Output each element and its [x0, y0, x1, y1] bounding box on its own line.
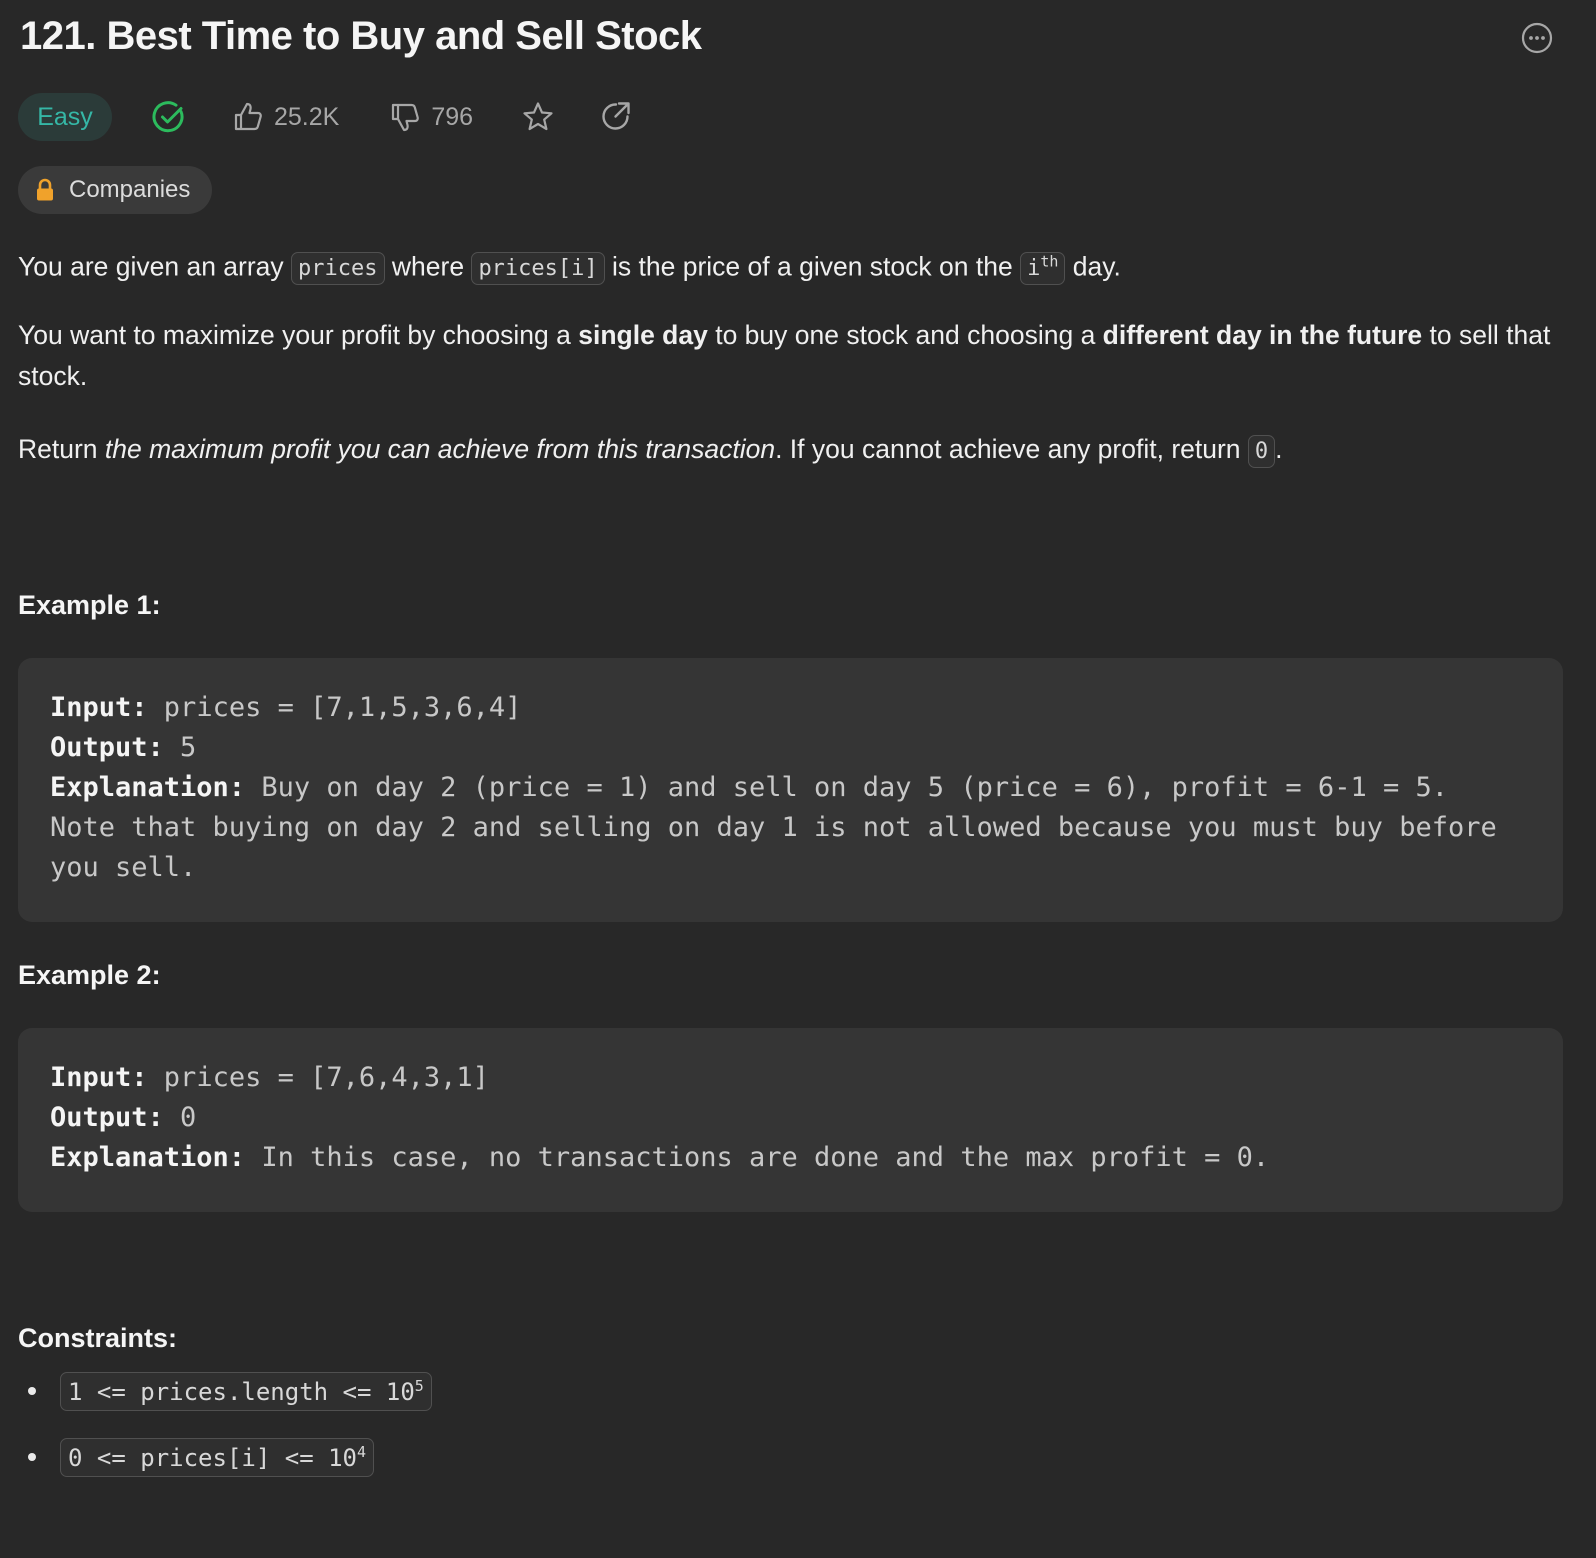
dislike-button[interactable]: 796: [389, 101, 473, 133]
problem-meta-row: Easy 25.2K 796: [18, 93, 633, 141]
like-count: 25.2K: [274, 102, 340, 131]
constraint-code: 1 <= prices.length <= 105: [60, 1371, 432, 1411]
constraint-item: 1 <= prices.length <= 105: [18, 1370, 432, 1412]
inline-code-zero: 0: [1247, 435, 1276, 468]
example-2-heading: Example 2:: [18, 960, 161, 990]
example-1-heading: Example 1:: [18, 590, 161, 620]
constraints-heading: Constraints:: [18, 1323, 178, 1353]
bullet: [28, 1387, 36, 1395]
share-icon: [602, 102, 630, 130]
constraint-item: 0 <= prices[i] <= 104: [18, 1436, 432, 1478]
description-paragraph-3: Return the maximum profit you can achiev…: [18, 428, 1563, 473]
solved-status: [152, 100, 186, 134]
bullet: [28, 1453, 36, 1461]
companies-button[interactable]: Companies: [18, 166, 212, 214]
constraints-list: 1 <= prices.length <= 105 0 <= prices[i]…: [18, 1370, 432, 1502]
difficulty-badge: Easy: [18, 93, 112, 141]
solved-check-icon: [152, 101, 184, 133]
inline-code-prices: prices: [291, 252, 385, 286]
favorite-button[interactable]: [521, 100, 555, 134]
description-paragraph-2: You want to maximize your profit by choo…: [18, 320, 1551, 391]
example-2-box: Input: prices = [7,6,4,3,1] Output: 0 Ex…: [18, 1028, 1563, 1212]
star-icon: [523, 102, 553, 131]
share-button[interactable]: [599, 100, 633, 134]
thumbs-down-icon: [392, 103, 420, 132]
constraint-code: 0 <= prices[i] <= 104: [60, 1437, 375, 1477]
problem-title: 121. Best Time to Buy and Sell Stock: [20, 14, 702, 58]
example-1-box: Input: prices = [7,1,5,3,6,4] Output: 5 …: [18, 658, 1563, 922]
thumbs-up-icon: [234, 102, 262, 131]
companies-label: Companies: [69, 176, 191, 203]
more-options-button[interactable]: [1521, 22, 1553, 54]
lock-icon: [37, 178, 53, 201]
dislike-count: 796: [431, 102, 474, 131]
description-paragraph-1: You are given an array prices where pric…: [18, 241, 1563, 290]
more-options-icon: [1521, 22, 1553, 54]
inline-code-prices-i: prices[i]: [471, 252, 605, 286]
like-button[interactable]: 25.2K: [232, 101, 339, 133]
inline-code-ith: ith: [1020, 252, 1066, 286]
